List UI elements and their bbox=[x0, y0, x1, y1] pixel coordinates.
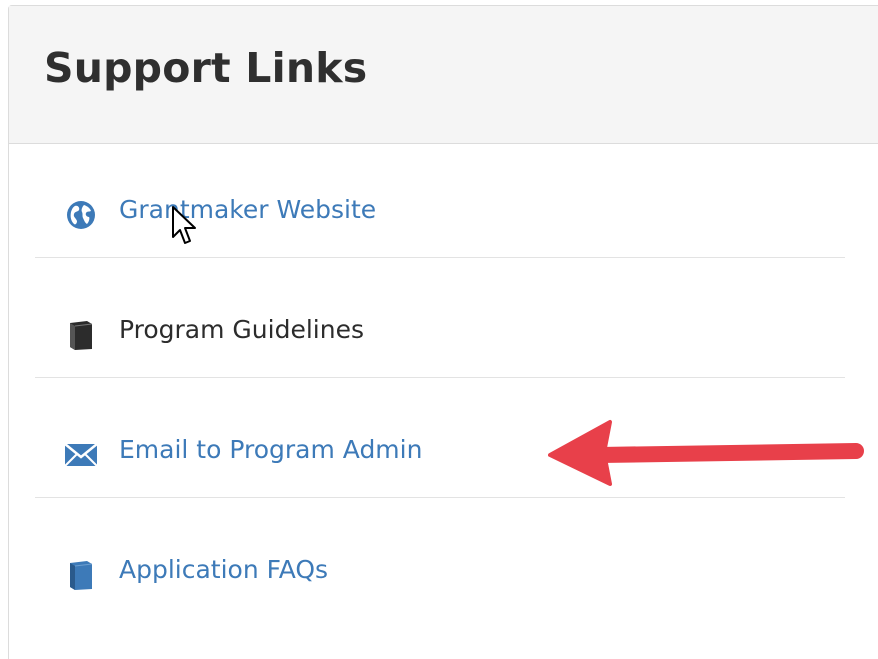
envelope-icon bbox=[64, 438, 98, 472]
support-links-list: Grantmaker Website Program Guidelines Em… bbox=[35, 138, 845, 618]
page: Support Links Grantmaker Website Program… bbox=[0, 0, 878, 659]
link-email-program-admin[interactable]: Email to Program Admin bbox=[35, 378, 845, 498]
link-label[interactable]: Grantmaker Website bbox=[119, 194, 376, 226]
link-grantmaker-website[interactable]: Grantmaker Website bbox=[35, 138, 845, 258]
link-application-faqs[interactable]: Application FAQs bbox=[35, 498, 845, 618]
link-label[interactable]: Program Guidelines bbox=[119, 314, 364, 346]
panel-header: Support Links bbox=[9, 6, 878, 144]
panel-title: Support Links bbox=[44, 44, 368, 92]
link-label[interactable]: Application FAQs bbox=[119, 554, 328, 586]
link-program-guidelines[interactable]: Program Guidelines bbox=[35, 258, 845, 378]
book-icon bbox=[64, 318, 98, 352]
book-icon bbox=[64, 558, 98, 592]
globe-icon bbox=[64, 198, 98, 232]
link-label[interactable]: Email to Program Admin bbox=[119, 434, 422, 466]
